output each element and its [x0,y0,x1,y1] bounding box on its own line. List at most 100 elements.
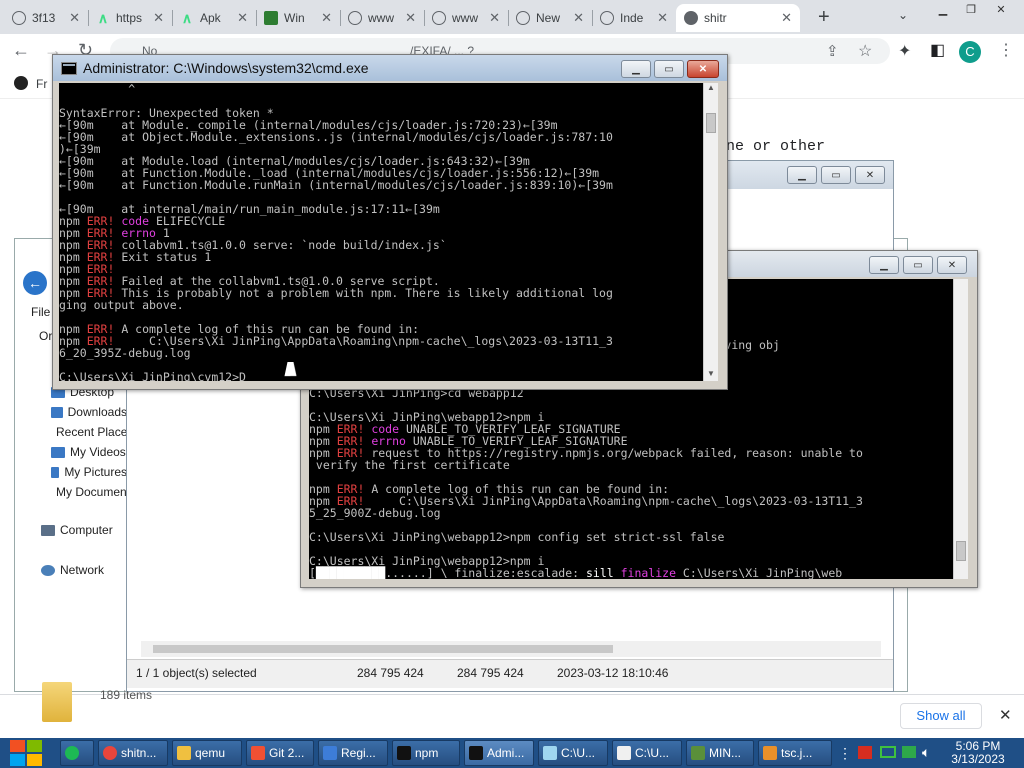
console-text: verify the first certificate [309,458,510,472]
tab-close-icon[interactable]: ✕ [405,10,416,26]
horizontal-scroll-thumb[interactable] [153,645,613,653]
side-panel-icon[interactable]: ◧ [930,40,945,60]
cmd-admin-console[interactable]: ^ SyntaxError: Unexpected token * ←[90m at… [59,83,703,381]
taskbar-item[interactable]: npm [392,740,460,766]
nav-item[interactable]: My Documents [51,485,127,499]
tab-1[interactable]: 3f13 ✕ [4,4,88,32]
tab-2[interactable]: ∧ https ✕ [88,4,172,32]
nav-item[interactable]: My Pictures [51,465,127,479]
console-text: 6_20_395Z-debug.log [59,346,191,360]
tray-overflow-icon[interactable]: ⋮ [838,745,852,762]
tab-search-chevron-icon[interactable]: ⌄ [898,8,908,22]
cmd-webapp-close-button[interactable]: ✕ [937,256,967,274]
back-arrow-icon[interactable]: ← [12,40,30,61]
close-download-shelf-icon[interactable]: ✕ [999,706,1012,724]
start-button[interactable] [10,740,44,766]
cmd-admin-minimize-button[interactable]: ▁ [621,60,651,78]
cmd-webapp-maximize-button[interactable]: ▭ [903,256,933,274]
share-icon[interactable]: ⇪ [826,42,839,60]
tab-label: www [452,11,478,25]
explorer-organize-menu[interactable]: Or [39,329,52,343]
extensions-puzzle-icon[interactable]: ✦ [898,41,911,61]
cmd-admin-scroll-thumb[interactable] [706,113,716,133]
taskbar-item[interactable]: Admi... [464,740,534,766]
tray-volume-icon[interactable]: 🔈︎ [922,744,930,761]
taskbar-item[interactable]: shitn... [98,740,168,766]
console-text: ging output above. [59,298,184,312]
scroll-down-arrow-icon[interactable]: ▼ [707,369,715,378]
tab-label: New [536,11,561,25]
dialog-close-button[interactable]: ✕ [855,166,885,184]
taskbar-item[interactable]: Regi... [318,740,388,766]
cmd-admin-close-button[interactable]: ✕ [687,60,719,78]
tab-close-icon[interactable]: ✕ [153,10,164,26]
tray-flag-icon[interactable] [858,746,872,759]
cmd-window-admin: Administrator: C:\Windows\system32\cmd.e… [52,54,728,390]
taskbar-item[interactable] [60,740,94,766]
tray-clock[interactable]: 5:06 PM 3/13/2023 [936,740,1020,766]
tab-label: 3f13 [32,11,56,25]
globe-icon [432,11,446,25]
folder-icon [51,406,63,418]
profile-avatar[interactable]: C [959,41,981,63]
console-text: ██████████ [315,566,386,579]
window-restore-button[interactable]: ❐ [956,0,986,18]
taskbar-item[interactable]: MIN... [686,740,754,766]
tab-9[interactable]: shitr ✕ [676,4,800,32]
nav-computer[interactable]: Computer [41,523,113,537]
tab-6[interactable]: www ✕ [424,4,508,32]
nav-item[interactable]: Downloads [51,405,127,419]
nav-network[interactable]: Network [41,563,104,577]
console-text: C:\Users\Xi JinPing\web [676,566,843,579]
tray-monitor-icon[interactable] [880,746,896,758]
taskbar-item[interactable]: C:\U... [538,740,608,766]
cmd-webapp-scrollbar[interactable] [953,279,968,579]
explorer-back-button[interactable]: ← [23,271,47,295]
tab-close-icon[interactable]: ✕ [489,10,500,26]
chrome-menu-icon[interactable]: ⋮ [998,40,1014,60]
cmd-webapp-minimize-button[interactable]: ▁ [869,256,899,274]
tab-close-icon[interactable]: ✕ [321,10,332,26]
tab-7[interactable]: New ✕ [508,4,592,32]
bookmark-star-icon[interactable]: ☆ [858,41,872,61]
tab-8[interactable]: Inde ✕ [592,4,676,32]
scroll-up-arrow-icon[interactable]: ▲ [707,83,715,92]
tab-label: shitr [704,11,727,25]
new-tab-button[interactable]: + [818,6,830,29]
horizontal-scrollbar[interactable] [141,641,881,657]
explorer-file-menu[interactable]: File [31,305,50,319]
tab-close-icon[interactable]: ✕ [573,10,584,26]
dialog-minimize-button[interactable]: ▁ [787,166,817,184]
taskbar-item[interactable]: qemu [172,740,242,766]
console-text: C:\Users\Xi JinPing\webapp12>npm config … [309,530,725,544]
tab-label: https [116,11,143,25]
tab-5[interactable]: www ✕ [340,4,424,32]
nav-item[interactable]: Recent Places [51,425,127,439]
tab-close-icon[interactable]: ✕ [657,10,668,26]
tab-close-icon[interactable]: ✕ [69,10,80,26]
tab-3[interactable]: ∧ Apk ✕ [172,4,256,32]
taskbar-item[interactable]: Git 2... [246,740,314,766]
tab-4[interactable]: Win ✕ [256,4,340,32]
android-icon: ∧ [97,10,109,26]
dialog-maximize-button[interactable]: ▭ [821,166,851,184]
console-line: ←[90m at Function.Module.runMain (intern… [59,179,703,191]
windows-taskbar: shitn... qemu Git 2... Regi... npm Admi... C:\… [0,738,1024,768]
cmd-admin-maximize-button[interactable]: ▭ [654,60,684,78]
show-all-downloads-button[interactable]: Show all [900,703,982,729]
nav-item[interactable]: My Videos [51,445,127,459]
taskbar-item-label: shitn... [121,746,157,760]
console-line: [██████████......] \ finalize:escalade: … [309,567,953,579]
cmd-admin-scrollbar[interactable]: ▲ ▼ [703,83,718,381]
tab-close-icon[interactable]: ✕ [237,10,248,26]
window-minimize-button[interactable]: ▁ [928,0,958,18]
taskbar-item[interactable]: C:\U... [612,740,682,766]
folder-icon [177,746,191,760]
cmd-webapp-scroll-thumb[interactable] [956,541,966,561]
tab-close-icon[interactable]: ✕ [781,10,792,26]
window-close-button[interactable]: ✕ [986,0,1016,18]
tray-network-icon[interactable] [902,746,916,758]
console-text: C:\Users\Xi JinPing\cvm12>D [59,370,246,381]
taskbar-item[interactable]: tsc.j... [758,740,832,766]
bookmark-item[interactable]: Fr [36,77,47,91]
